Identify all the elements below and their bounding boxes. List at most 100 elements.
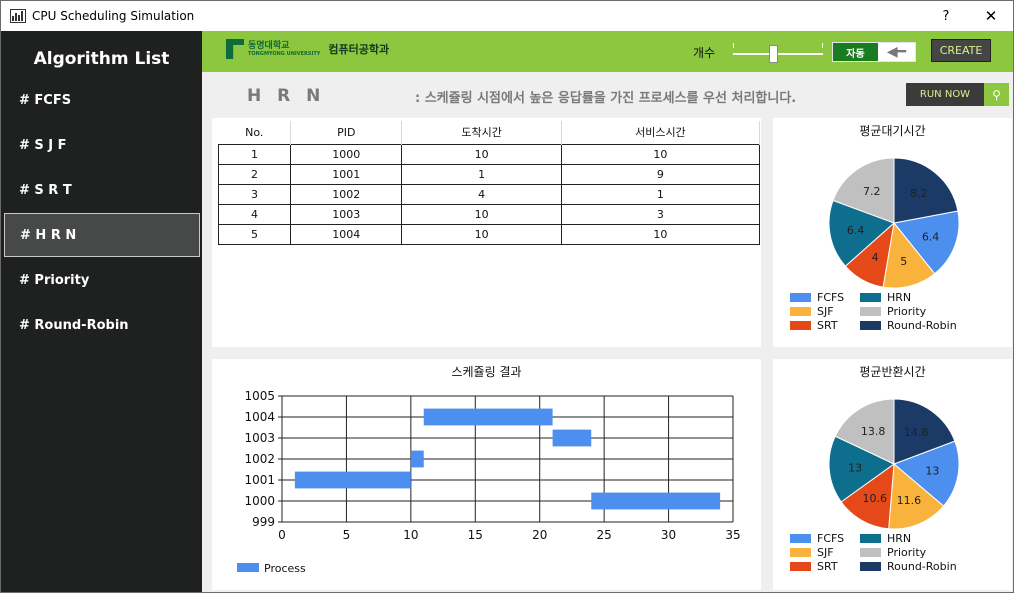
- table-cell: 1: [401, 163, 562, 185]
- avg-wait-pie: 6.4 5 4 6.4 7.2 8.2: [828, 157, 960, 289]
- legend-item: HRN: [860, 532, 911, 545]
- algorithm-name: H R N: [247, 86, 326, 106]
- legend-label: HRN: [887, 532, 912, 545]
- table-cell: 1: [560, 183, 761, 205]
- university-logo: 동명대학교 TONGMYONG UNIVERSITY 컴퓨터공학과: [226, 39, 389, 59]
- title-bar: CPU Scheduling Simulation ? ✕: [1, 1, 1013, 31]
- legend-swatch: [860, 293, 881, 302]
- legend-swatch: [860, 307, 881, 316]
- main-content: H R N : 스케쥴링 시점에서 높은 응답률을 가진 프로세스를 우선 처리…: [202, 72, 1013, 592]
- table-row[interactable]: 5 1004 10 10: [217, 223, 761, 245]
- chart-title: 평균대기시간: [859, 124, 926, 138]
- legend-item: Priority: [860, 546, 926, 559]
- table-row[interactable]: 4 1003 10 3: [217, 203, 761, 225]
- table-header-cell[interactable]: No.: [218, 121, 292, 144]
- app-window: CPU Scheduling Simulation ? ✕ Algorithm …: [0, 0, 1014, 593]
- sidebar: Algorithm List # FCFS # S J F # S R T # …: [1, 31, 202, 592]
- pie-data-label: 4: [872, 251, 879, 264]
- avg-turnaround-legend: FCFS SJF SRT HRN Priority Round-Robin: [790, 532, 1005, 582]
- table-cell: 5: [217, 223, 292, 245]
- table-header-cell[interactable]: PID: [290, 121, 403, 144]
- sidebar-item-sjf[interactable]: # S J F: [4, 124, 200, 168]
- legend-label: Process: [264, 562, 306, 575]
- arrow-left-icon: ◀━: [886, 44, 907, 60]
- table-cell: 4: [217, 203, 292, 225]
- legend-swatch: [790, 534, 811, 543]
- sidebar-item-hrn[interactable]: # H R N: [4, 213, 200, 257]
- gantt-bar-1001: [294, 471, 411, 489]
- table-cell: 1004: [290, 223, 403, 245]
- legend-item: SRT: [790, 560, 838, 573]
- legend-item: Priority: [860, 305, 926, 318]
- table-cell: 1000: [290, 143, 403, 165]
- legend-label: SJF: [817, 546, 834, 559]
- header-bar: 동명대학교 TONGMYONG UNIVERSITY 컴퓨터공학과 개수 자동 …: [202, 31, 1013, 72]
- slider-tick: [822, 43, 823, 48]
- table-cell: 1003: [290, 203, 403, 225]
- table-cell: 4: [401, 183, 562, 205]
- y-tick-label: 1005: [244, 389, 275, 403]
- table-cell: 10: [401, 203, 562, 225]
- legend-label: FCFS: [817, 291, 845, 304]
- count-slider[interactable]: [733, 53, 823, 55]
- table-cell: 3: [560, 203, 761, 225]
- table-cell: 1001: [290, 163, 403, 185]
- table-cell: 10: [560, 143, 761, 165]
- gantt-panel: 스케쥴링 결과 0 5 10 15 20 25 30 35 999 1000 1001 1002 100…: [212, 359, 761, 590]
- y-tick-label: 1002: [244, 452, 275, 466]
- table-row[interactable]: 2 1001 1 9: [217, 163, 761, 185]
- legend-swatch: [790, 562, 811, 571]
- table-cell: 10: [401, 143, 562, 165]
- table-header-cell[interactable]: 도착시간: [401, 121, 562, 144]
- y-tick-label: 999: [252, 515, 275, 529]
- count-slider-thumb[interactable]: [769, 45, 778, 63]
- gantt-chart: 0 5 10 15 20 25 30 35 999 1000 1001 1002 1003 1004 100…: [237, 389, 741, 575]
- pie-data-label: 10.6: [863, 492, 888, 505]
- sidebar-item-priority[interactable]: # Priority: [4, 259, 200, 303]
- legend-label: Round-Robin: [887, 560, 957, 573]
- legend-swatch: [790, 307, 811, 316]
- university-mark-icon: [226, 39, 244, 59]
- legend-swatch: [860, 321, 881, 330]
- chart-app-icon: [10, 9, 26, 23]
- pie-data-label: 7.2: [863, 185, 881, 198]
- legend-item: HRN: [860, 291, 911, 304]
- legend-label: Priority: [887, 546, 927, 559]
- help-button[interactable]: ?: [924, 1, 968, 31]
- slider-tick: [733, 43, 734, 48]
- legend-swatch: [790, 321, 811, 330]
- legend-swatch: [790, 548, 811, 557]
- x-tick-label: 0: [278, 528, 286, 542]
- sidebar-item-fcfs[interactable]: # FCFS: [4, 79, 200, 123]
- create-button[interactable]: CREATE: [931, 39, 991, 62]
- x-tick-label: 25: [597, 528, 612, 542]
- table-row[interactable]: 1 1000 10 10: [217, 143, 761, 165]
- pie-data-label: 5: [900, 255, 907, 268]
- auto-toggle[interactable]: 자동 ◀━: [832, 42, 916, 62]
- close-button[interactable]: ✕: [969, 1, 1013, 31]
- legend-item: SJF: [790, 305, 834, 318]
- table-row[interactable]: 3 1002 4 1: [217, 183, 761, 205]
- pie-data-label: 13.8: [861, 425, 886, 438]
- x-tick-label: 5: [343, 528, 351, 542]
- logo-dept: 컴퓨터공학과: [328, 43, 390, 56]
- sidebar-item-srt[interactable]: # S R T: [4, 169, 200, 213]
- avg-turnaround-pie: 13 11.6 10.6 13 13.8 14.8: [828, 398, 960, 530]
- legend-swatch: [790, 293, 811, 302]
- auto-toggle-label: 자동: [833, 43, 878, 61]
- legend-label: FCFS: [817, 532, 845, 545]
- pie-data-label: 6.4: [922, 231, 940, 244]
- legend-item: Round-Robin: [860, 560, 957, 573]
- legend-label: SRT: [817, 560, 838, 573]
- sidebar-item-round-robin[interactable]: # Round-Robin: [4, 304, 200, 348]
- sidebar-title: Algorithm List: [33, 49, 170, 69]
- legend-label: Priority: [887, 305, 927, 318]
- process-table: No. PID 도착시간 서비스시간 1 1000 10 10 2 1001 1 9 3 1002 4 1 4…: [217, 121, 761, 245]
- run-now-label: RUN NOW: [906, 83, 984, 106]
- pie-data-label: 11.6: [897, 494, 922, 507]
- table-header-cell[interactable]: 서비스시간: [561, 121, 761, 144]
- run-now-button[interactable]: RUN NOW ⚲: [906, 83, 1009, 106]
- table-cell: 3: [217, 183, 292, 205]
- table-cell: 10: [560, 223, 761, 245]
- legend-item: FCFS: [790, 291, 844, 304]
